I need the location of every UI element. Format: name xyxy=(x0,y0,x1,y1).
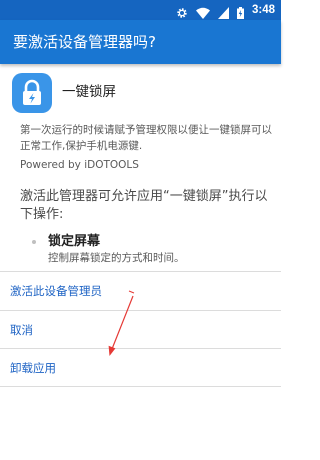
activate-button-label: 激活此设备管理员 xyxy=(10,284,102,298)
status-time: 3:48 xyxy=(251,4,275,16)
app-description: 第一次运行的时候请赋予管理权限以便让一键锁屏可以正常工作,保护手机电源键. xyxy=(20,124,272,152)
battery-charging-icon xyxy=(236,4,244,19)
app-icon xyxy=(12,73,52,113)
uninstall-button[interactable]: 卸载应用 xyxy=(0,349,281,387)
divider xyxy=(0,386,281,387)
activate-button[interactable]: 激活此设备管理员 xyxy=(0,272,281,310)
settings-gear-icon xyxy=(176,4,188,18)
permission-bullet xyxy=(32,240,36,244)
dialog-header: 要激活设备管理器吗? xyxy=(0,20,281,64)
app-name: 一键锁屏 xyxy=(62,84,116,100)
cancel-button[interactable]: 取消 xyxy=(0,311,281,349)
powered-by: Powered by iDOTOOLS xyxy=(20,159,139,171)
status-icons: 3:48 xyxy=(176,2,275,19)
lock-icon xyxy=(23,79,41,105)
wifi-icon xyxy=(195,4,210,19)
cancel-button-label: 取消 xyxy=(10,323,33,337)
dialog-title: 要激活设备管理器吗? xyxy=(13,33,156,51)
signal-icon xyxy=(217,4,229,19)
annotation-arrow xyxy=(108,290,135,356)
status-bar: 3:48 xyxy=(0,0,281,20)
permission-title: 锁定屏幕 xyxy=(48,234,101,249)
uninstall-button-label: 卸载应用 xyxy=(10,361,56,375)
permission-description: 控制屏幕锁定的方式和时间。 xyxy=(48,252,185,264)
permissions-header: 激活此管理器可允许应用“一键锁屏”执行以下操作: xyxy=(20,189,268,222)
